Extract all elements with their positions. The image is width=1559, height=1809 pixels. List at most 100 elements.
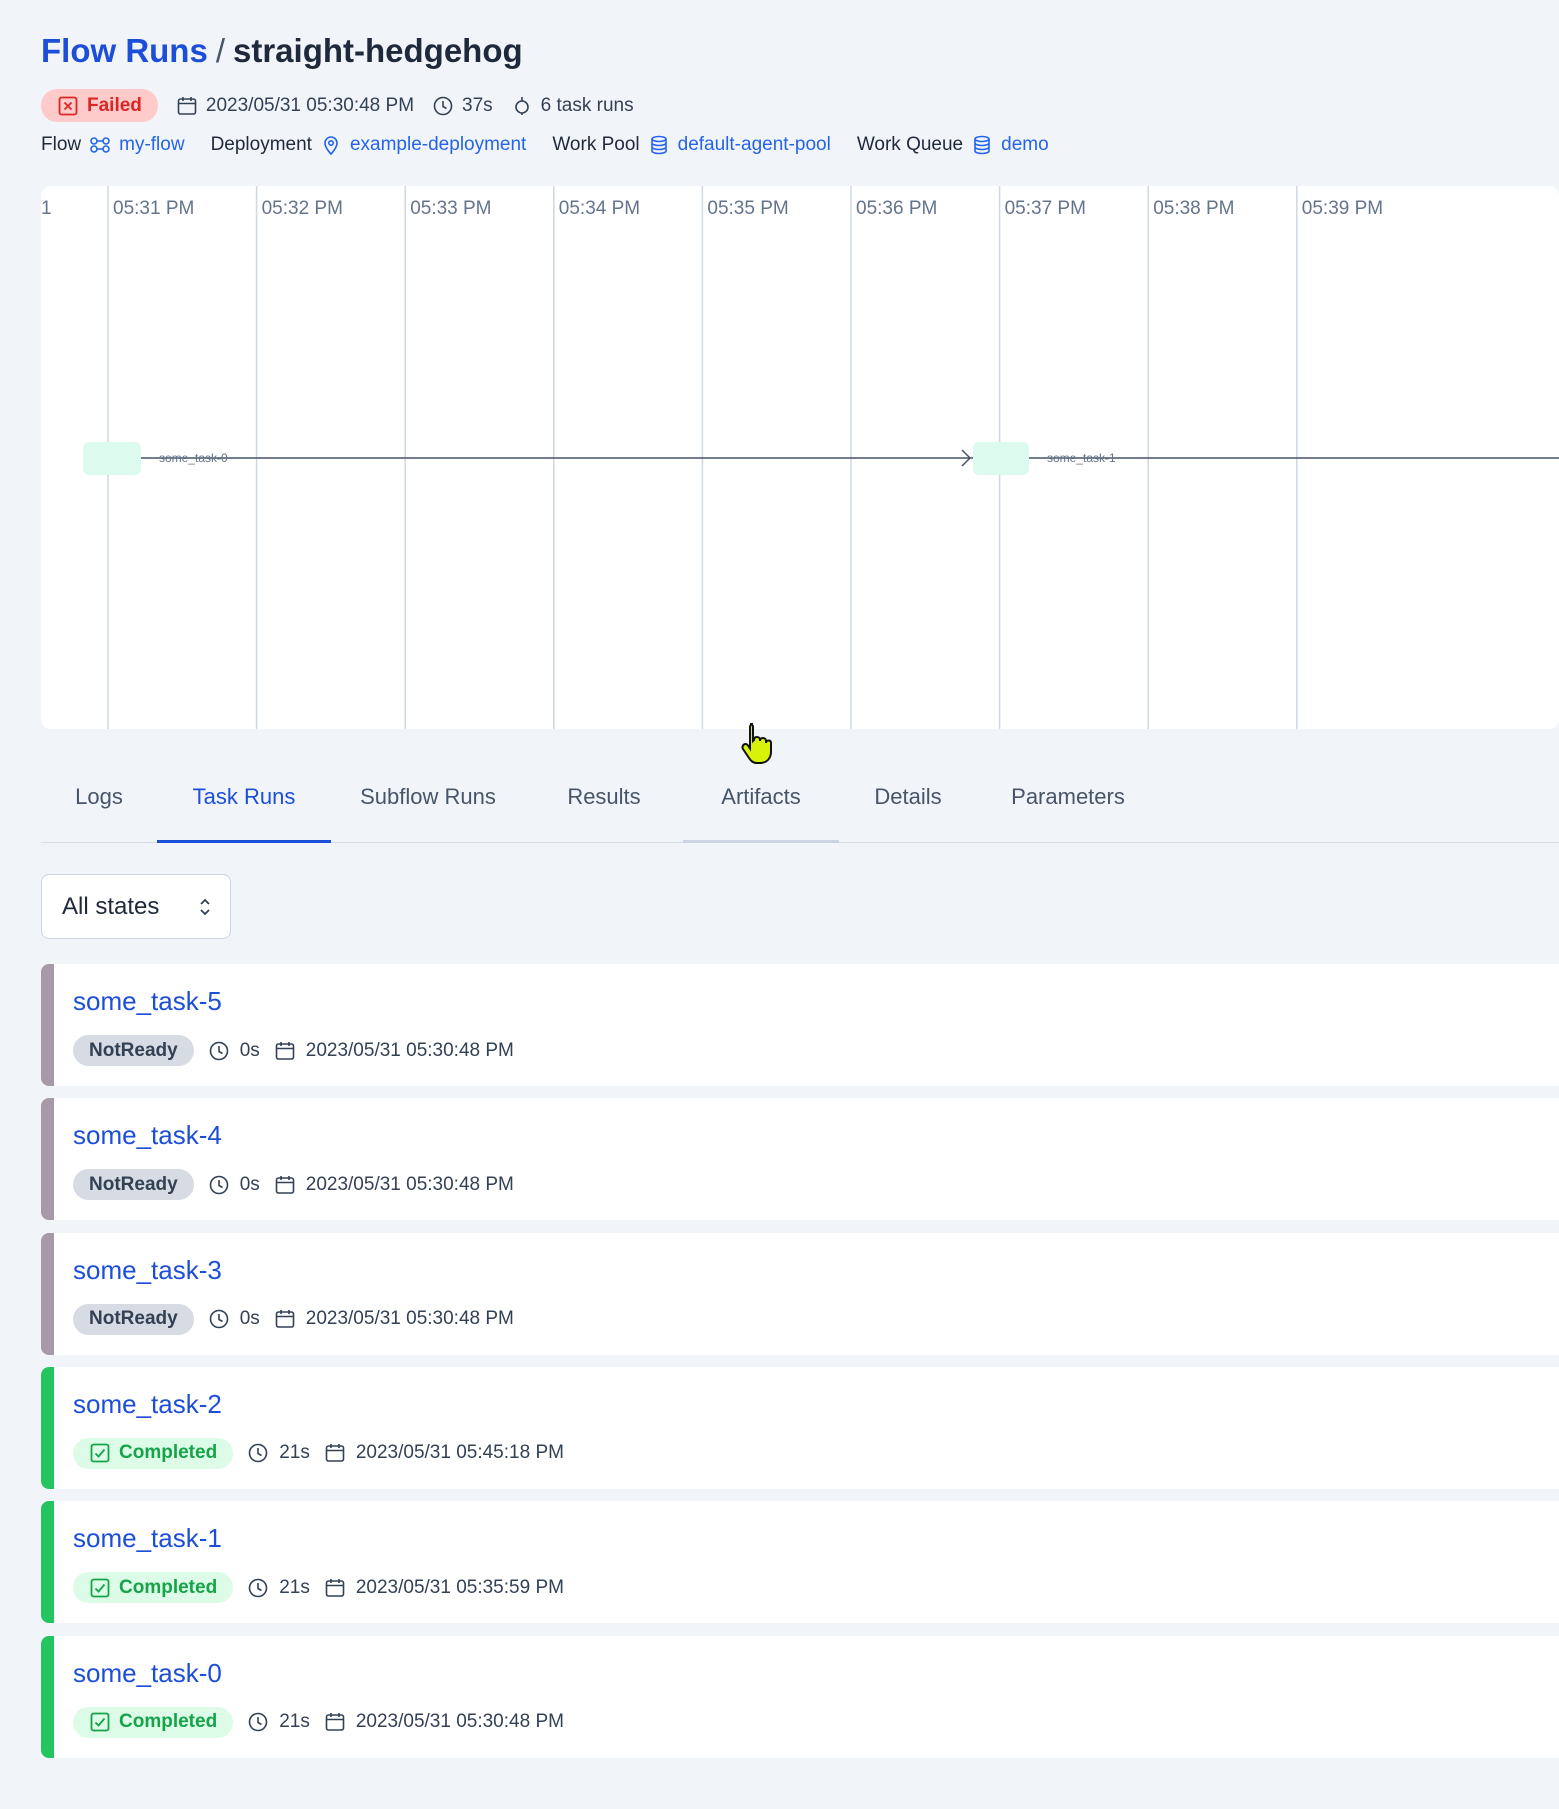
- database-icon: [648, 134, 670, 156]
- work-pool-link[interactable]: default-agent-pool: [648, 134, 831, 156]
- state-filter-value: All states: [62, 892, 160, 920]
- timeline-node-some-task-0[interactable]: [83, 442, 141, 475]
- task-duration: 21s: [247, 1577, 310, 1599]
- work-queue-link[interactable]: demo: [971, 134, 1049, 156]
- state-filter-select[interactable]: All states: [41, 874, 231, 939]
- timeline-tick-label: 05:33 PM: [410, 198, 491, 219]
- tab-details[interactable]: Details: [839, 762, 977, 843]
- state-badge-label: NotReady: [89, 1308, 178, 1330]
- task-run-meta: NotReady 0s 2023/05/31 05:30:48 PM: [73, 1035, 528, 1066]
- state-badge-label: NotReady: [89, 1039, 178, 1061]
- state-badge: NotReady: [73, 1035, 194, 1066]
- task-start-time: 2023/05/31 05:45:18 PM: [324, 1442, 564, 1464]
- run-tabs: Logs Task Runs Subflow Runs Results Arti…: [41, 762, 1559, 843]
- task-start-time: 2023/05/31 05:30:48 PM: [274, 1040, 514, 1062]
- timeline-tick-label: 05:32 PM: [262, 198, 343, 219]
- state-badge-label: NotReady: [89, 1173, 178, 1195]
- tab-task-runs[interactable]: Task Runs: [157, 762, 331, 843]
- task-start-time-value: 2023/05/31 05:30:48 PM: [355, 1711, 564, 1732]
- flow-run-timeline[interactable]: 1 05:31 PM 05:32 PM 05:33 PM 05:34 PM 05:35 …: [41, 186, 1559, 729]
- tab-results[interactable]: Results: [525, 762, 683, 843]
- timeline-node-label-1: some_task-1: [1047, 451, 1116, 465]
- task-run-name-link[interactable]: some_task-0: [73, 1658, 222, 1689]
- x-square-icon: [57, 95, 79, 117]
- work-pool-label: Work Pool: [552, 134, 640, 155]
- tab-parameters[interactable]: Parameters: [977, 762, 1159, 843]
- chevron-up-down-icon: [196, 895, 214, 919]
- task-run-name-link[interactable]: some_task-1: [73, 1523, 222, 1554]
- flow-icon: [89, 134, 111, 156]
- breadcrumb-flow-runs-link[interactable]: Flow Runs: [41, 32, 208, 69]
- task-run-meta: Completed 21s 2023/05/31 05:45:18 PM: [73, 1437, 578, 1469]
- timeline-tick-label: 05:31 PM: [113, 198, 194, 219]
- run-relations-row: Flow my-flow Deployment example-deployme…: [41, 134, 1075, 156]
- task-run-name-link[interactable]: some_task-3: [73, 1255, 222, 1286]
- calendar-icon: [324, 1442, 346, 1464]
- task-run-row[interactable]: some_task-5 NotReady 0s 2023/05/31 05:30:48…: [41, 964, 1559, 1086]
- task-duration-value: 21s: [279, 1711, 310, 1732]
- clock-icon: [208, 1040, 230, 1062]
- check-square-icon: [89, 1711, 111, 1733]
- tab-subflow-runs[interactable]: Subflow Runs: [331, 762, 525, 843]
- task-start-time-value: 2023/05/31 05:45:18 PM: [355, 1442, 564, 1464]
- run-meta-row: Failed 2023/05/31 05:30:48 PM 37s 6 task…: [41, 89, 652, 122]
- calendar-icon: [324, 1711, 346, 1733]
- state-badge: Completed: [73, 1437, 234, 1469]
- flow-label: Flow: [41, 134, 82, 155]
- calendar-icon: [176, 95, 198, 117]
- clock-icon: [247, 1577, 269, 1599]
- hand-pointer-cursor-icon: [741, 723, 772, 764]
- task-start-time-value: 2023/05/31 05:30:48 PM: [305, 1173, 514, 1195]
- deployment-link[interactable]: example-deployment: [320, 134, 526, 156]
- flow-link[interactable]: my-flow: [89, 134, 185, 156]
- task-run-row[interactable]: some_task-3 NotReady 0s 2023/05/31 05:30:48…: [41, 1232, 1559, 1355]
- map-pin-icon: [320, 134, 342, 156]
- duration: 37s: [432, 95, 493, 117]
- timeline-canvas[interactable]: 1 05:31 PM 05:32 PM 05:33 PM 05:34 PM 05:35 …: [41, 186, 1559, 729]
- start-time-value: 2023/05/31 05:30:48 PM: [205, 94, 415, 116]
- state-badge: Completed: [73, 1572, 234, 1604]
- task-run-name-link[interactable]: some_task-5: [73, 986, 222, 1017]
- task-runs-count: 6 task runs: [511, 95, 634, 117]
- work-queue-link-text: demo: [1001, 134, 1049, 155]
- clock-icon: [208, 1308, 230, 1330]
- check-square-icon: [89, 1577, 111, 1599]
- task-duration-value: 0s: [239, 1039, 260, 1061]
- clock-icon: [247, 1442, 269, 1464]
- task-start-time: 2023/05/31 05:30:48 PM: [274, 1174, 514, 1196]
- timeline-clipped-tick: 1: [41, 198, 52, 219]
- task-run-row[interactable]: some_task-0 Completed 21s 2023/05/31 05:30:…: [41, 1635, 1559, 1758]
- task-start-time: 2023/05/31 05:30:48 PM: [324, 1711, 564, 1733]
- task-run-row[interactable]: some_task-4 NotReady 0s 2023/05/31 05:30:48…: [41, 1098, 1559, 1221]
- state-badge: NotReady: [73, 1303, 194, 1335]
- task-start-time-value: 2023/05/31 05:35:59 PM: [355, 1576, 564, 1598]
- timeline-tick-label: 05:35 PM: [707, 198, 788, 219]
- task-run-name-link[interactable]: some_task-4: [73, 1120, 222, 1151]
- breadcrumb-separator: /: [215, 32, 225, 69]
- task-run-row[interactable]: some_task-2 Completed 21s 2023/05/31 05:45:…: [41, 1366, 1559, 1489]
- task-run-row[interactable]: some_task-1 Completed 21s 2023/05/31 05:35:…: [41, 1501, 1559, 1624]
- timeline-node-some-task-1[interactable]: [973, 442, 1029, 475]
- task-start-time: 2023/05/31 05:35:59 PM: [324, 1577, 564, 1599]
- task-run-meta: NotReady 0s 2023/05/31 05:30:48 PM: [73, 1169, 528, 1201]
- clock-icon: [432, 95, 454, 117]
- task-duration: 0s: [208, 1174, 260, 1196]
- deployment-link-text: example-deployment: [349, 134, 527, 155]
- timeline-node-label-0: some_task-0: [159, 451, 228, 465]
- task-duration-value: 0s: [239, 1308, 260, 1330]
- tab-artifacts[interactable]: Artifacts: [683, 762, 839, 843]
- timeline-tick-label: 05:37 PM: [1005, 198, 1086, 219]
- flow-link-text: my-flow: [119, 134, 185, 155]
- timeline-tick-label: 05:36 PM: [856, 198, 937, 219]
- clock-icon: [208, 1174, 230, 1196]
- timeline-tick-label: 05:39 PM: [1302, 198, 1383, 219]
- state-badge: Completed: [73, 1706, 234, 1738]
- task-run-name-link[interactable]: some_task-2: [73, 1389, 222, 1420]
- database-icon: [971, 134, 993, 156]
- task-duration-value: 21s: [279, 1442, 310, 1464]
- state-badge-label: Completed: [119, 1711, 218, 1732]
- state-badge-failed: Failed: [41, 89, 158, 122]
- tab-logs[interactable]: Logs: [41, 762, 157, 843]
- timeline-tick-label: 05:38 PM: [1153, 198, 1234, 219]
- task-run-meta: Completed 21s 2023/05/31 05:35:59 PM: [73, 1572, 578, 1604]
